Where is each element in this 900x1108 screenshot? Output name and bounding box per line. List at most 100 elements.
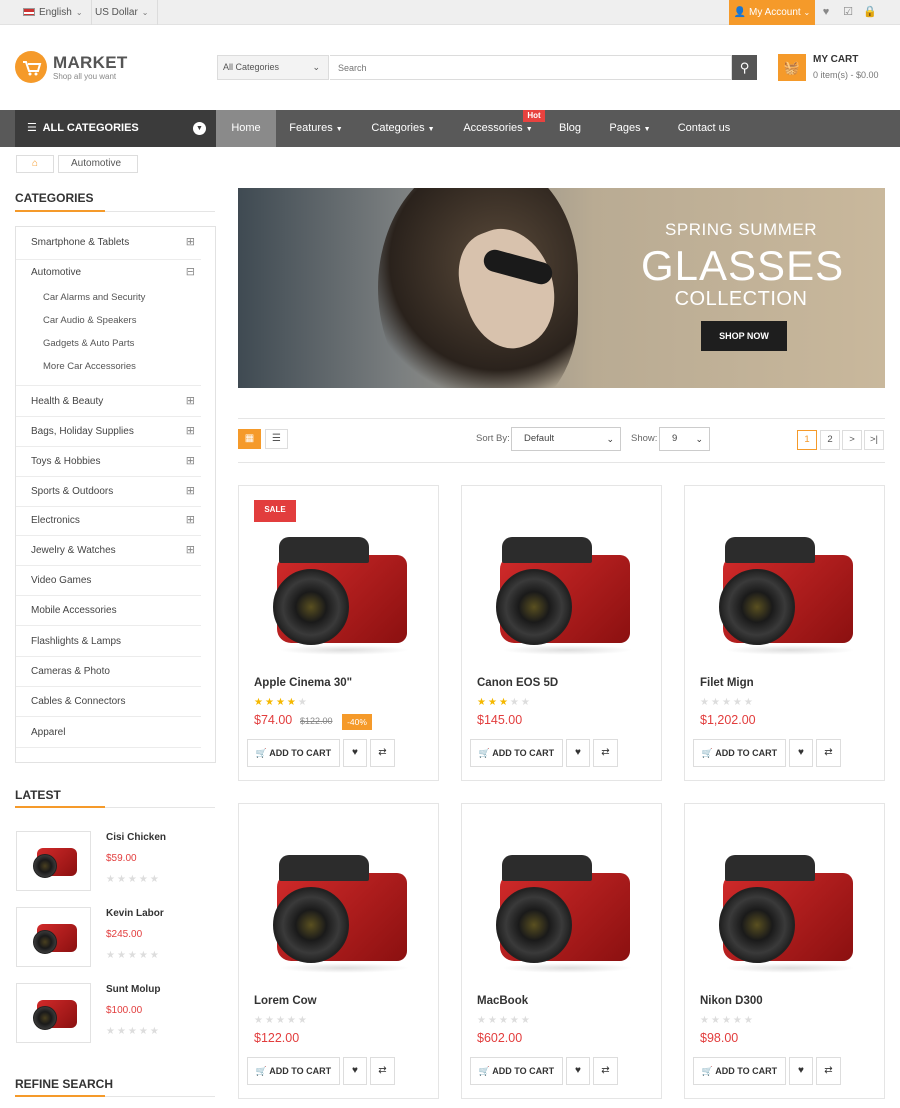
product-image[interactable] xyxy=(492,847,632,973)
my-account-button[interactable]: 👤 My Account ⌄ xyxy=(729,0,815,25)
nav-pages[interactable]: Pages ▼ xyxy=(600,110,660,147)
subcategory-item[interactable]: More Car Accessories xyxy=(43,361,136,372)
expand-icon[interactable]: ⊞ xyxy=(186,424,195,437)
latest-name[interactable]: Sunt Molup xyxy=(106,984,160,995)
add-to-cart-button[interactable]: 🛒 ADD TO CART xyxy=(693,739,786,767)
nav-contact[interactable]: Contact us xyxy=(670,110,738,147)
wishlist-button[interactable]: ♥ xyxy=(566,1057,590,1085)
page-2[interactable]: 2 xyxy=(820,430,840,450)
product-card[interactable]: Canon EOS 5D ★★★★★ $145.00 🛒 ADD TO CART… xyxy=(461,485,662,781)
collapse-icon[interactable]: ⊟ xyxy=(186,265,195,278)
wishlist-button[interactable]: ♥ xyxy=(566,739,590,767)
product-name[interactable]: MacBook xyxy=(477,995,528,1007)
checklist-icon[interactable]: ☑ xyxy=(837,0,859,25)
category-health-beauty[interactable]: Health & Beauty ⊞ xyxy=(16,393,201,417)
product-card[interactable]: Lorem Cow ★★★★★ $122.00 🛒 ADD TO CART ♥ … xyxy=(238,803,439,1099)
wishlist-button[interactable]: ♥ xyxy=(789,739,813,767)
expand-icon[interactable]: ⊞ xyxy=(186,543,195,556)
expand-icon[interactable]: ⊞ xyxy=(186,513,195,526)
category-electronics[interactable]: Electronics ⊞ xyxy=(16,512,201,536)
product-image[interactable] xyxy=(269,847,409,973)
subcategory-item[interactable]: Car Alarms and Security xyxy=(43,292,145,303)
compare-button[interactable]: ⇄ xyxy=(816,739,841,767)
wishlist-button[interactable]: ♥ xyxy=(343,1057,367,1085)
category-mobile-accessories[interactable]: Mobile Accessories xyxy=(16,602,201,626)
category-cables-connectors[interactable]: Cables & Connectors xyxy=(16,693,201,717)
show-select[interactable]: 9 ⌄ xyxy=(659,427,710,451)
nav-blog[interactable]: Blog xyxy=(550,110,590,147)
currency-selector[interactable]: US Dollar ⌄ xyxy=(87,0,158,25)
expand-icon[interactable]: ⊞ xyxy=(186,235,195,248)
add-to-cart-button[interactable]: 🛒 ADD TO CART xyxy=(247,739,340,767)
lock-icon[interactable]: 🔒 xyxy=(859,0,881,25)
latest-name[interactable]: Kevin Labor xyxy=(106,908,164,919)
cart-icon[interactable]: 🧺 xyxy=(778,54,806,81)
wishlist-button[interactable]: ♥ xyxy=(789,1057,813,1085)
all-categories-button[interactable]: ☰ ALL CATEGORIES ▼ xyxy=(15,110,216,147)
add-to-cart-button[interactable]: 🛒 ADD TO CART xyxy=(470,739,563,767)
latest-name[interactable]: Cisi Chicken xyxy=(106,832,166,843)
compare-button[interactable]: ⇄ xyxy=(816,1057,841,1085)
product-name[interactable]: Nikon D300 xyxy=(700,995,763,1007)
product-card[interactable]: Nikon D300 ★★★★★ $98.00 🛒 ADD TO CART ♥ … xyxy=(684,803,885,1099)
product-image[interactable] xyxy=(269,529,409,655)
logo-title[interactable]: MARKET xyxy=(53,53,128,73)
subcategory-item[interactable]: Gadgets & Auto Parts xyxy=(43,338,134,349)
star-icon: ★ xyxy=(498,697,510,708)
list-view-icon[interactable]: ☰ xyxy=(265,429,288,449)
product-name[interactable]: Apple Cinema 30" xyxy=(254,677,352,689)
language-selector[interactable]: English ⌄ xyxy=(15,0,92,25)
category-cameras-photo[interactable]: Cameras & Photo xyxy=(16,663,201,687)
compare-button[interactable]: ⇄ xyxy=(370,739,395,767)
product-card[interactable]: SALE Apple Cinema 30" ★★★★★ $74.00 $122.… xyxy=(238,485,439,781)
sort-select[interactable]: Default ⌄ xyxy=(511,427,621,451)
cart-title[interactable]: MY CART xyxy=(813,54,858,65)
latest-thumbnail[interactable] xyxy=(16,831,91,891)
search-input[interactable] xyxy=(330,55,732,80)
add-to-cart-button[interactable]: 🛒 ADD TO CART xyxy=(693,1057,786,1085)
logo-icon[interactable] xyxy=(15,51,47,83)
page-1[interactable]: 1 xyxy=(797,430,817,450)
compare-button[interactable]: ⇄ xyxy=(593,1057,618,1085)
search-button[interactable]: ⚲ xyxy=(732,55,757,80)
category-smartphone-tablets[interactable]: Smartphone & Tablets ⊞ xyxy=(16,234,201,260)
expand-icon[interactable]: ⊞ xyxy=(186,484,195,497)
shop-now-button[interactable]: SHOP NOW xyxy=(701,321,787,351)
product-image[interactable] xyxy=(715,529,855,655)
category-toys-hobbies[interactable]: Toys & Hobbies ⊞ xyxy=(16,453,201,477)
subcategory-item[interactable]: Car Audio & Speakers xyxy=(43,315,136,326)
product-image[interactable] xyxy=(715,847,855,973)
nav-home[interactable]: Home xyxy=(216,110,276,147)
category-flashlights-lamps[interactable]: Flashlights & Lamps xyxy=(16,633,201,657)
add-to-cart-button[interactable]: 🛒 ADD TO CART xyxy=(247,1057,340,1085)
grid-view-icon[interactable]: ▦ xyxy=(238,429,261,449)
latest-title: LATEST xyxy=(15,788,61,802)
latest-thumbnail[interactable] xyxy=(16,907,91,967)
product-card[interactable]: Filet Mign ★★★★★ $1,202.00 🛒 ADD TO CART… xyxy=(684,485,885,781)
rating-stars: ★★★★★ xyxy=(106,874,161,885)
product-card[interactable]: MacBook ★★★★★ $602.00 🛒 ADD TO CART ♥ ⇄ xyxy=(461,803,662,1099)
heart-icon[interactable]: ♥ xyxy=(815,0,837,25)
nav-categories[interactable]: Categories ▼ xyxy=(362,110,444,147)
category-apparel[interactable]: Apparel xyxy=(16,724,201,748)
compare-button[interactable]: ⇄ xyxy=(593,739,618,767)
product-name[interactable]: Filet Mign xyxy=(700,677,754,689)
search-category-select[interactable]: All Categories ⌄ xyxy=(217,55,329,80)
breadcrumb-home[interactable]: ⌂ xyxy=(16,155,54,173)
product-image[interactable] xyxy=(492,529,632,655)
category-jewelry-watches[interactable]: Jewelry & Watches ⊞ xyxy=(16,542,201,566)
category-sports-outdoors[interactable]: Sports & Outdoors ⊞ xyxy=(16,483,201,507)
category-video-games[interactable]: Video Games xyxy=(16,572,201,596)
compare-button[interactable]: ⇄ xyxy=(370,1057,395,1085)
page-next[interactable]: > xyxy=(842,430,862,450)
category-bags[interactable]: Bags, Holiday Supplies ⊞ xyxy=(16,423,201,447)
expand-icon[interactable]: ⊞ xyxy=(186,454,195,467)
nav-features[interactable]: Features ▼ xyxy=(280,110,352,147)
expand-icon[interactable]: ⊞ xyxy=(186,394,195,407)
add-to-cart-button[interactable]: 🛒 ADD TO CART xyxy=(470,1057,563,1085)
page-last[interactable]: >| xyxy=(864,430,884,450)
product-name[interactable]: Lorem Cow xyxy=(254,995,317,1007)
latest-thumbnail[interactable] xyxy=(16,983,91,1043)
wishlist-button[interactable]: ♥ xyxy=(343,739,367,767)
product-name[interactable]: Canon EOS 5D xyxy=(477,677,558,689)
